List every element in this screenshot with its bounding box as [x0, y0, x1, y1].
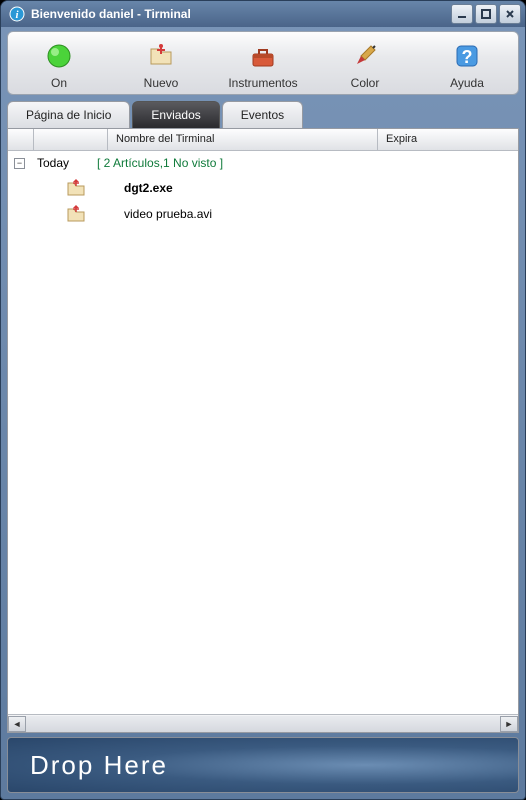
toolbar-on-label: On: [51, 76, 67, 90]
group-day: Today: [37, 156, 97, 170]
col-expires[interactable]: Expira: [378, 129, 518, 150]
tab-home[interactable]: Página de Inicio: [7, 101, 130, 128]
app-window: i Bienvenido daniel - Tirminal On: [0, 0, 526, 800]
toolbar-help[interactable]: ? Ayuda: [422, 40, 512, 90]
scroll-left-button[interactable]: ◄: [8, 716, 26, 732]
tab-sent[interactable]: Enviados: [132, 101, 219, 128]
file-list: − Today [ 2 Artículos,1 No visto ] dgt2.…: [8, 151, 518, 714]
toolbar-color-label: Color: [351, 76, 380, 90]
scroll-track[interactable]: [26, 716, 500, 732]
toolbar-on[interactable]: On: [14, 40, 104, 90]
drop-label: Drop Here: [30, 750, 168, 781]
help-icon: ?: [451, 40, 483, 72]
power-icon: [43, 40, 75, 72]
window-buttons: [451, 4, 521, 24]
titlebar: i Bienvenido daniel - Tirminal: [1, 1, 525, 27]
toolbar-help-label: Ayuda: [450, 76, 484, 90]
maximize-button[interactable]: [475, 4, 497, 24]
new-folder-icon: [145, 40, 177, 72]
toolbar-instruments[interactable]: Instrumentos: [218, 40, 308, 90]
minimize-button[interactable]: [451, 4, 473, 24]
collapse-icon[interactable]: −: [14, 158, 25, 169]
toolbar-color[interactable]: Color: [320, 40, 410, 90]
window-title: Bienvenido daniel - Tirminal: [31, 7, 451, 21]
toolbox-icon: [247, 40, 279, 72]
content-panel: Nombre del Tirminal Expira − Today [ 2 A…: [7, 128, 519, 733]
upload-folder-icon: [66, 204, 86, 224]
toolbar-instruments-label: Instrumentos: [228, 76, 297, 90]
toolbar: On Nuevo Instrumentos Color ? Ayuda: [7, 31, 519, 95]
app-icon: i: [9, 6, 25, 22]
toolbar-new[interactable]: Nuevo: [116, 40, 206, 90]
close-button[interactable]: [499, 4, 521, 24]
tab-bar: Página de Inicio Enviados Eventos: [7, 101, 519, 128]
col-name[interactable]: Nombre del Tirminal: [108, 129, 378, 150]
group-meta: [ 2 Artículos,1 No visto ]: [97, 156, 223, 170]
group-row[interactable]: − Today [ 2 Artículos,1 No visto ]: [8, 151, 518, 175]
list-item[interactable]: video prueba.avi: [8, 201, 518, 227]
col-expander[interactable]: [8, 129, 34, 150]
horizontal-scrollbar[interactable]: ◄ ►: [8, 714, 518, 732]
file-name: dgt2.exe: [124, 181, 173, 195]
col-icon[interactable]: [34, 129, 108, 150]
file-name: video prueba.avi: [124, 207, 212, 221]
tab-events[interactable]: Eventos: [222, 101, 303, 128]
list-item[interactable]: dgt2.exe: [8, 175, 518, 201]
toolbar-new-label: Nuevo: [144, 76, 179, 90]
svg-text:?: ?: [462, 47, 473, 67]
drop-zone[interactable]: Drop Here: [7, 737, 519, 793]
upload-folder-icon: [66, 178, 86, 198]
column-headers: Nombre del Tirminal Expira: [8, 129, 518, 151]
scroll-right-button[interactable]: ►: [500, 716, 518, 732]
brush-icon: [349, 40, 381, 72]
